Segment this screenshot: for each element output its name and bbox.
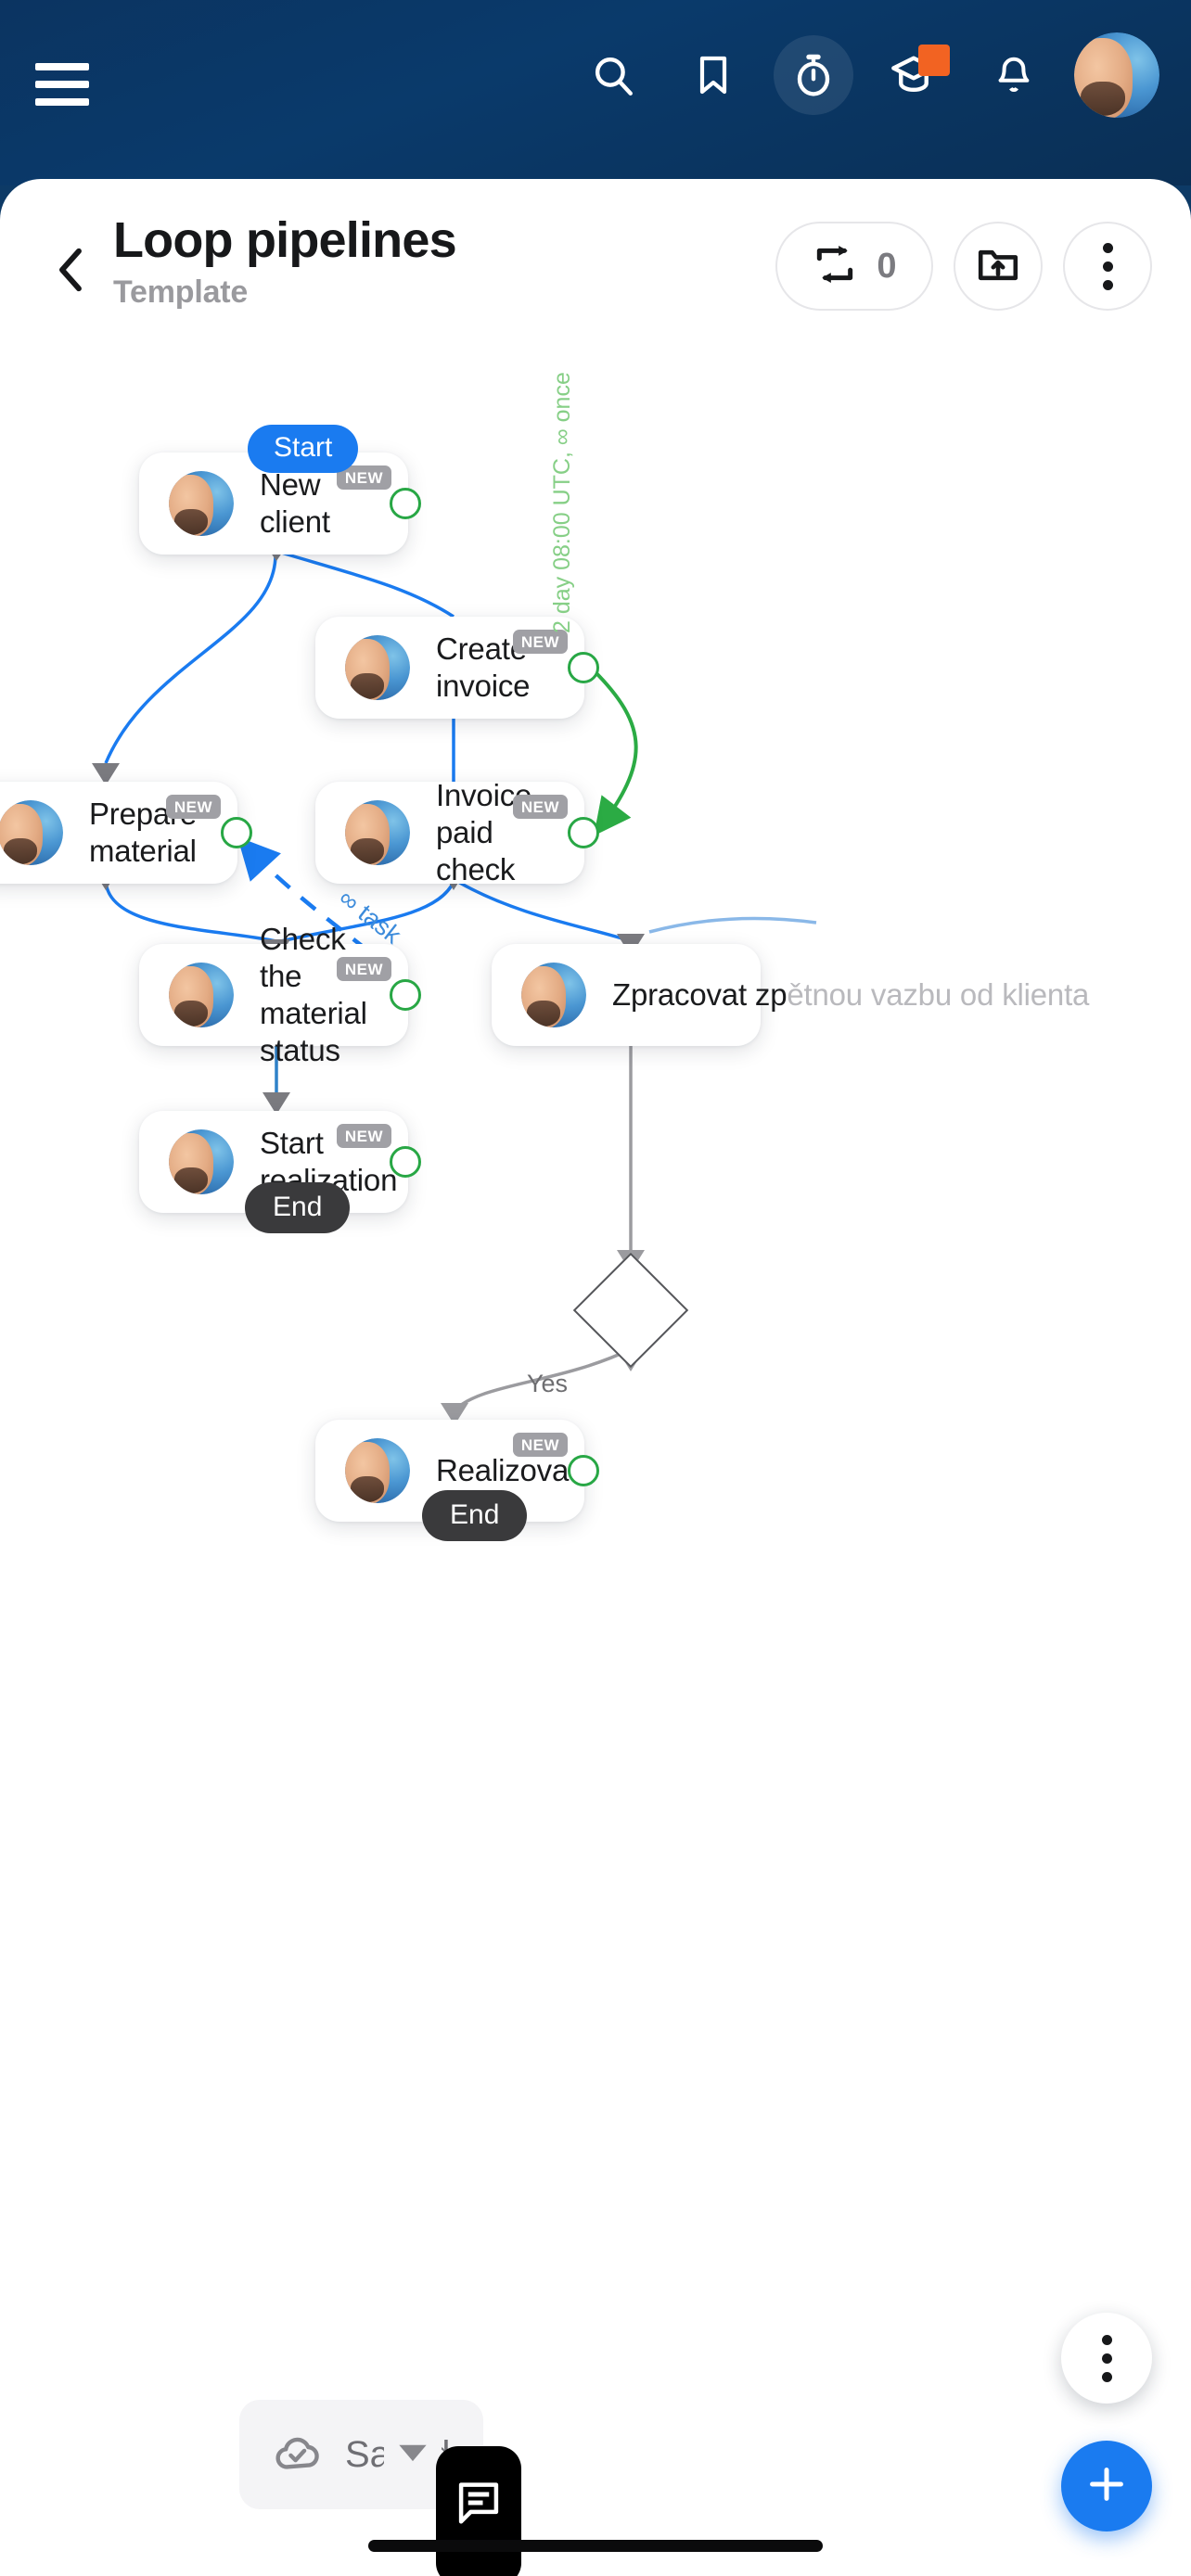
- bell-icon[interactable]: [974, 35, 1054, 115]
- more-vertical-icon: [1101, 2334, 1112, 2382]
- chat-button[interactable]: [436, 2446, 521, 2576]
- content-sheet: Loop pipelines Template 0 New client NEW…: [0, 179, 1191, 2576]
- top-bar-icon-group: [573, 24, 1159, 126]
- node-port-check-material-status[interactable]: [390, 979, 421, 1011]
- new-badge: NEW: [512, 795, 568, 819]
- edge-label-yes: Yes: [527, 1370, 569, 1397]
- node-port-invoice-paid-check[interactable]: [568, 817, 599, 848]
- node-avatar: [521, 963, 586, 1027]
- node-avatar: [169, 1129, 234, 1194]
- notification-badge: [918, 45, 950, 76]
- page-title: Loop pipelines: [113, 212, 457, 268]
- node-label: Invoice paid check: [436, 777, 532, 887]
- cloud-check-icon: [273, 2431, 325, 2479]
- node-avatar: [169, 963, 234, 1027]
- new-badge: NEW: [512, 1433, 568, 1457]
- node-label: Zpracovat zpětnou vazbu od klienta: [612, 976, 1113, 1014]
- plus-icon: [1083, 2461, 1130, 2512]
- hamburger-line: [35, 98, 89, 106]
- top-navigation-bar: [0, 0, 1191, 185]
- new-badge: NEW: [165, 795, 221, 819]
- user-avatar[interactable]: [1074, 32, 1159, 118]
- loop-count-button[interactable]: 0: [775, 222, 933, 311]
- add-node-button[interactable]: [1061, 2441, 1152, 2531]
- stopwatch-icon[interactable]: [774, 35, 853, 115]
- node-port-new-client[interactable]: [390, 488, 421, 519]
- node-check-the-material-status[interactable]: Check the material status NEW: [139, 922, 408, 1067]
- pipeline-canvas[interactable]: New client NEW Start Create invoice NEW …: [0, 355, 1191, 2576]
- hamburger-line: [35, 63, 89, 70]
- repeat-icon: [812, 243, 858, 290]
- node-avatar: [169, 471, 234, 536]
- node-avatar: [0, 800, 63, 865]
- node-create-invoice[interactable]: Create invoice NEW: [315, 617, 584, 719]
- saved-dropdown-button[interactable]: [384, 2400, 442, 2509]
- graduation-cap-icon[interactable]: [874, 35, 954, 115]
- node-avatar: [345, 800, 410, 865]
- page-subtitle: Template: [113, 274, 249, 310]
- header-more-button[interactable]: [1063, 222, 1152, 311]
- node-label-overflow: ětnou vazbu od klienta: [787, 976, 1090, 1012]
- folder-upload-icon: [976, 244, 1020, 289]
- node-port-prepare-material[interactable]: [221, 817, 252, 848]
- node-zpracovat-zpetnou-vazbu[interactable]: Zpracovat zpětnou vazbu od klienta: [492, 944, 1089, 1046]
- node-port-realizovat[interactable]: [568, 1455, 599, 1486]
- chat-bubble-icon: [454, 2478, 504, 2532]
- avatar-image: [1074, 32, 1159, 118]
- end-tag: End: [422, 1490, 528, 1541]
- node-port-create-invoice[interactable]: [568, 652, 599, 683]
- back-button[interactable]: [37, 236, 104, 303]
- edge-label-schedule: 2 day 08:00 UTC, ∞ once: [549, 372, 575, 633]
- end-tag: End: [245, 1182, 351, 1233]
- home-indicator: [368, 2540, 823, 2552]
- node-avatar: [345, 635, 410, 700]
- header-actions: 0: [775, 222, 1152, 311]
- new-badge: NEW: [336, 957, 391, 981]
- node-invoice-paid-check[interactable]: Invoice paid check NEW: [315, 778, 584, 886]
- loop-count-value: 0: [877, 246, 897, 286]
- title-block: Loop pipelines Template: [113, 212, 457, 311]
- app-root: Loop pipelines Template 0 New client NEW…: [0, 0, 1191, 2576]
- search-icon[interactable]: [573, 35, 653, 115]
- bookmark-icon[interactable]: [673, 35, 753, 115]
- node-prepare-material[interactable]: Prepare material NEW: [0, 782, 237, 884]
- caret-down-icon: [397, 2442, 429, 2468]
- node-label-main: Zpracovat zp: [612, 976, 788, 1012]
- page-header: Loop pipelines Template 0: [0, 179, 1191, 355]
- folder-upload-button[interactable]: [954, 222, 1043, 311]
- node-avatar: [345, 1438, 410, 1503]
- start-tag: Start: [248, 425, 359, 473]
- node-port-start-realization[interactable]: [390, 1146, 421, 1178]
- more-vertical-icon: [1102, 242, 1113, 290]
- hamburger-menu-icon[interactable]: [35, 63, 91, 106]
- new-badge: NEW: [336, 1124, 391, 1148]
- canvas-more-button[interactable]: [1061, 2313, 1152, 2404]
- hamburger-line: [35, 81, 89, 88]
